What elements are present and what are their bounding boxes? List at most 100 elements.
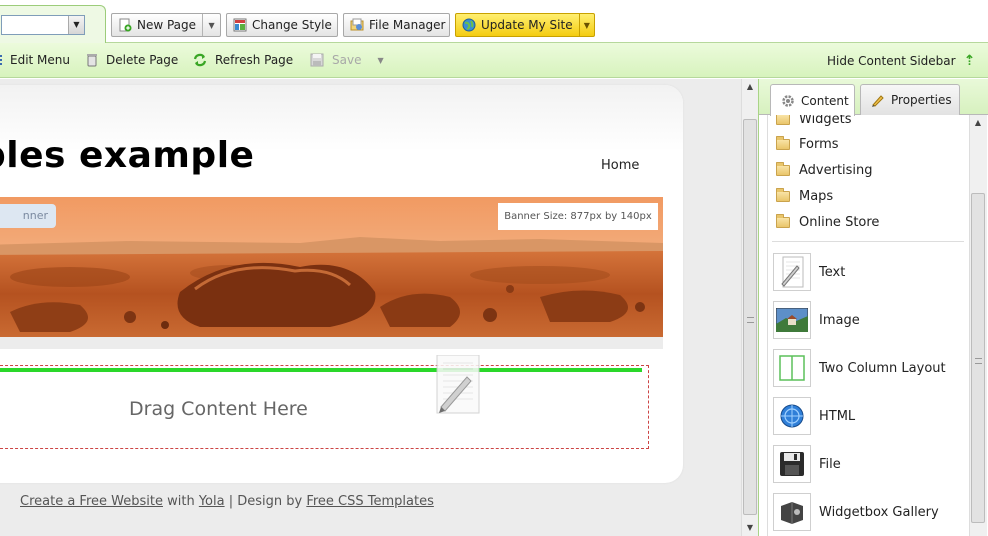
scroll-down-icon[interactable]: ▼ xyxy=(742,520,758,536)
widget-file[interactable]: File xyxy=(773,444,841,484)
image-widget-icon xyxy=(773,301,811,339)
pencil-icon xyxy=(871,93,885,107)
gear-icon xyxy=(781,94,795,108)
new-page-icon xyxy=(118,18,132,32)
sidebar-list: Widgets Forms Advertising Maps Online St… xyxy=(767,115,969,536)
delete-page-button[interactable]: Delete Page xyxy=(86,53,178,67)
sidebar-tabs: Content Properties xyxy=(759,79,988,116)
site-preview: bles example Home nner Banner Size: 877p… xyxy=(0,85,683,483)
site-title[interactable]: bles example xyxy=(0,135,254,176)
folder-online-store[interactable]: Online Store xyxy=(776,210,879,234)
delete-page-label: Delete Page xyxy=(106,53,179,67)
page-toolbar: Edit Menu Delete Page Refresh Page Save … xyxy=(0,43,988,78)
folder-label: Widgets xyxy=(799,115,852,127)
update-site-label: Update My Site xyxy=(481,18,573,32)
save-dropdown-icon[interactable]: ▼ xyxy=(377,56,383,65)
widgetbox-icon xyxy=(773,493,811,531)
widget-label: Image xyxy=(819,312,860,328)
widget-text[interactable]: Text xyxy=(773,252,845,292)
banner-image[interactable]: nner Banner Size: 877px by 140px xyxy=(0,197,663,337)
html-globe-icon xyxy=(773,397,811,435)
yola-link[interactable]: Yola xyxy=(199,494,225,509)
folder-label: Maps xyxy=(799,188,834,204)
banner-edit-pill[interactable]: nner xyxy=(0,204,56,228)
canvas-scroll-thumb[interactable] xyxy=(743,119,757,515)
two-column-icon xyxy=(773,349,811,387)
floppy-disk-icon xyxy=(773,445,811,483)
change-style-label: Change Style xyxy=(252,18,332,32)
refresh-page-button[interactable]: Refresh Page xyxy=(193,53,293,67)
edit-menu-button[interactable]: Edit Menu xyxy=(0,53,70,67)
site-footer: Create a Free Website with Yola | Design… xyxy=(20,494,434,509)
drop-zone-label: Drag Content Here xyxy=(129,398,308,420)
canvas-scrollbar[interactable]: ▲ ▼ xyxy=(741,79,758,536)
banner-size-label: Banner Size: 877px by 140px xyxy=(498,203,658,230)
tab-content[interactable]: Content xyxy=(770,84,855,116)
folder-label: Online Store xyxy=(799,214,880,230)
refresh-icon xyxy=(193,53,207,67)
tab-properties[interactable]: Properties xyxy=(860,84,960,115)
tab-properties-label: Properties xyxy=(891,93,952,107)
globe-icon xyxy=(462,18,476,32)
folder-label: Advertising xyxy=(799,162,873,178)
widget-widgetbox-gallery[interactable]: Widgetbox Gallery xyxy=(773,492,939,532)
text-widget-icon xyxy=(773,253,811,291)
folder-label: Forms xyxy=(799,136,839,152)
widget-label: Widgetbox Gallery xyxy=(819,504,939,520)
widget-html[interactable]: HTML xyxy=(773,396,855,436)
file-manager-label: File Manager xyxy=(369,18,446,32)
file-manager-icon xyxy=(350,18,364,32)
widget-two-column[interactable]: Two Column Layout xyxy=(773,348,946,388)
folder-icon xyxy=(776,161,790,176)
widget-label: Text xyxy=(819,264,846,280)
widget-label: HTML xyxy=(819,408,856,424)
folder-maps[interactable]: Maps xyxy=(776,184,833,208)
sidebar-scrollbar[interactable]: ▲ xyxy=(969,115,987,536)
new-page-label: New Page xyxy=(137,18,197,32)
update-site-dropdown-icon[interactable]: ▼ xyxy=(578,14,594,36)
update-site-button[interactable]: Update My Site ▼ xyxy=(455,13,595,37)
new-page-button[interactable]: New Page ▼ xyxy=(111,13,221,37)
create-website-link[interactable]: Create a Free Website xyxy=(20,494,163,509)
change-style-button[interactable]: Change Style xyxy=(226,13,338,37)
page-select[interactable]: ▼ xyxy=(1,15,85,35)
page-select-container: ▼ xyxy=(0,5,106,43)
footer-design-text: | Design by xyxy=(224,494,307,509)
edit-menu-label: Edit Menu xyxy=(10,53,70,67)
sidebar-scroll-thumb[interactable] xyxy=(971,193,985,523)
menu-icon xyxy=(0,53,2,67)
top-toolbar: ▼ New Page ▼ Change Style File Manager U… xyxy=(0,0,988,43)
arrow-up-icon: ⇡ xyxy=(963,53,976,69)
dragged-text-widget-icon[interactable] xyxy=(433,354,481,415)
folder-icon xyxy=(776,135,790,150)
refresh-page-label: Refresh Page xyxy=(215,53,294,67)
footer-with-text: with xyxy=(162,494,199,509)
hide-sidebar-button[interactable]: Hide Content Sidebar ⇡ xyxy=(827,53,975,69)
drop-indicator-line xyxy=(0,368,642,372)
free-css-templates-link[interactable]: Free CSS Templates xyxy=(306,494,434,509)
scroll-up-icon[interactable]: ▲ xyxy=(742,79,758,95)
content-sidebar: Content Properties Widgets Forms Adverti… xyxy=(758,79,988,536)
sidebar-scroll-up-icon[interactable]: ▲ xyxy=(970,115,986,131)
tab-content-label: Content xyxy=(801,93,849,108)
folder-advertising[interactable]: Advertising xyxy=(776,158,873,182)
drop-zone[interactable] xyxy=(0,365,649,449)
folder-widgets[interactable]: Widgets xyxy=(776,115,852,131)
widget-label: Two Column Layout xyxy=(819,360,946,376)
nav-home-link[interactable]: Home xyxy=(601,158,639,173)
widget-label: File xyxy=(819,456,841,472)
folder-icon xyxy=(776,213,790,228)
folder-icon xyxy=(776,187,790,202)
editor-canvas: bles example Home nner Banner Size: 877p… xyxy=(0,79,741,536)
style-icon xyxy=(233,18,247,32)
hide-sidebar-label: Hide Content Sidebar xyxy=(827,54,956,68)
widget-image[interactable]: Image xyxy=(773,300,860,340)
new-page-dropdown-icon[interactable]: ▼ xyxy=(202,14,220,36)
folder-forms[interactable]: Forms xyxy=(776,132,839,156)
folder-icon xyxy=(776,115,790,125)
save-button[interactable]: Save ▼ xyxy=(310,53,384,67)
save-label: Save xyxy=(332,53,362,67)
trash-icon xyxy=(86,53,98,67)
chevron-down-icon[interactable]: ▼ xyxy=(68,16,84,34)
file-manager-button[interactable]: File Manager xyxy=(343,13,450,37)
